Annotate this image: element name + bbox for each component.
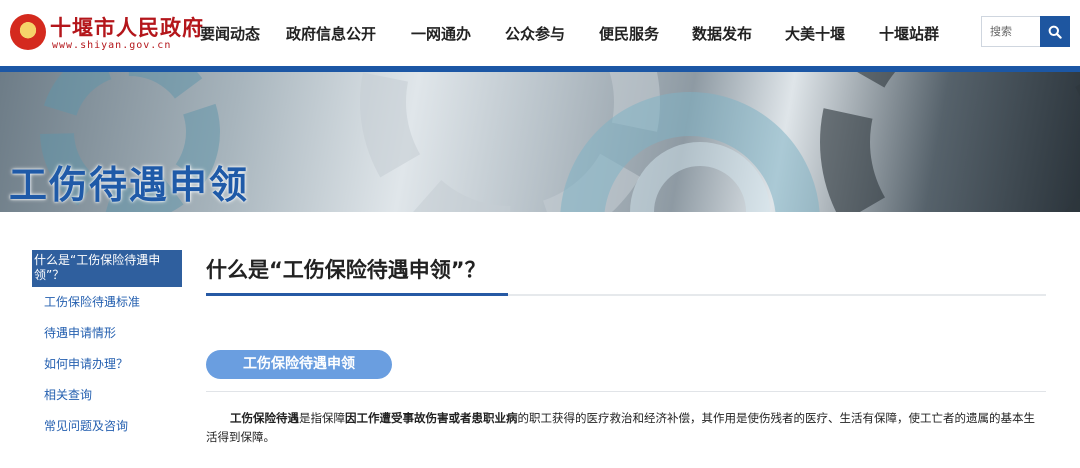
search-icon: [1048, 25, 1062, 39]
content-panel: 什么是“工伤保险待遇申领”？ 工伤保险待遇标准 待遇申请情形 如何申请办理？ 相…: [9, 212, 1071, 468]
sidebar-item-conditions[interactable]: 待遇申请情形: [32, 318, 182, 349]
main-content: 什么是“工伤保险待遇申领”？ 工伤保险待遇申领 工伤保险待遇是指保障因工作遭受事…: [206, 250, 1046, 447]
nav-item-beautiful-shiyan[interactable]: 大美十堰: [785, 23, 879, 44]
sidebar-item-what-is[interactable]: 什么是“工伤保险待遇申领”？: [32, 250, 182, 287]
banner-title: 工伤待遇申领: [9, 163, 250, 207]
sidebar-item-faq[interactable]: 常见问题及咨询: [32, 411, 182, 442]
site-title: 十堰市人民政府: [50, 15, 204, 40]
national-emblem-icon: [10, 14, 46, 50]
condition-bold: 因工作遭受事故伤害或者患职业病: [345, 411, 518, 425]
banner-gear-decoration: [820, 72, 1080, 212]
sidebar-item-how-to-apply[interactable]: 如何申请办理？: [32, 349, 182, 380]
nav-item-participation[interactable]: 公众参与: [505, 23, 599, 44]
paragraph-text: 是指保障: [299, 411, 345, 425]
site-header: 十堰市人民政府 www.shiyan.gov.cn 要闻动态 政府信息公开 一网…: [0, 0, 1080, 66]
nav-item-data-release[interactable]: 数据发布: [692, 23, 785, 44]
search-button[interactable]: [1040, 16, 1070, 47]
sidebar-item-related-query[interactable]: 相关查询: [32, 380, 182, 411]
nav-item-news[interactable]: 要闻动态: [200, 23, 286, 44]
nav-item-services-online[interactable]: 一网通办: [411, 23, 505, 44]
intro-paragraph: 工伤保险待遇是指保障因工作遭受事故伤害或者患职业病的职工获得的医疗救治和经济补偿…: [206, 409, 1046, 447]
nav-item-public-services[interactable]: 便民服务: [599, 23, 692, 44]
nav-item-gov-info[interactable]: 政府信息公开: [286, 23, 411, 44]
site-url: www.shiyan.gov.cn: [52, 40, 172, 51]
sidebar-item-standards[interactable]: 工伤保险待遇标准: [32, 287, 182, 318]
main-nav: 要闻动态 政府信息公开 一网通办 公众参与 便民服务 数据发布 大美十堰 十堰站…: [200, 0, 959, 66]
page-title: 什么是“工伤保险待遇申领”？: [206, 258, 486, 282]
title-underline: [206, 293, 1046, 296]
page-banner: 工伤待遇申领: [0, 72, 1080, 212]
term-bold: 工伤保险待遇: [230, 411, 299, 425]
sidebar-nav: 什么是“工伤保险待遇申领”？ 工伤保险待遇标准 待遇申请情形 如何申请办理？ 相…: [32, 250, 182, 442]
site-logo[interactable]: 十堰市人民政府 www.shiyan.gov.cn: [10, 10, 203, 58]
section-divider: [206, 391, 1046, 392]
section-label: 工伤保险待遇申领: [206, 350, 392, 379]
nav-item-site-group[interactable]: 十堰站群: [879, 23, 959, 44]
search-box: [981, 16, 1070, 47]
search-input[interactable]: [981, 16, 1040, 47]
